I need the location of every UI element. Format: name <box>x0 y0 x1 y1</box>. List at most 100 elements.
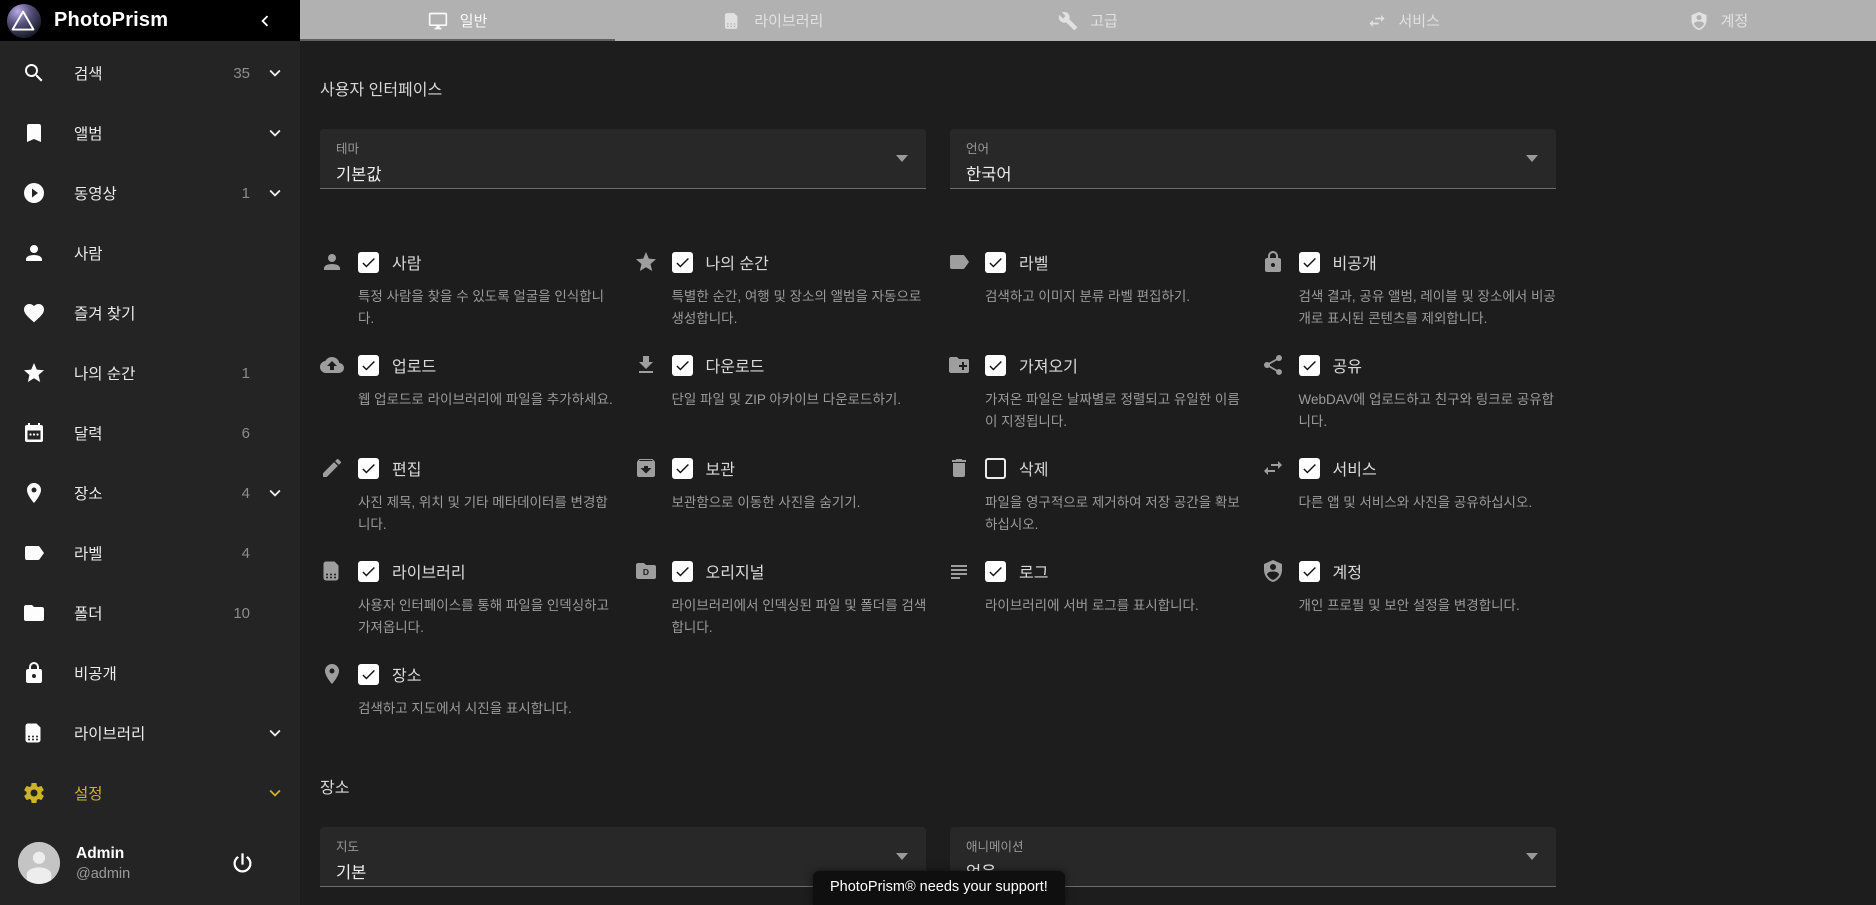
magnify-icon <box>22 61 46 85</box>
sidebar-item-search[interactable]: 검색 35 <box>0 43 300 103</box>
sidebar-item-library[interactable]: 라이브러리 <box>0 703 300 763</box>
feature-head: 공유 <box>1261 352 1557 378</box>
chevron-down-icon[interactable] <box>264 182 286 204</box>
sidebar-item-count: 35 <box>233 64 250 82</box>
upload-checkbox[interactable] <box>358 354 379 376</box>
feature-label: 공유 <box>1332 359 1362 376</box>
tab-services[interactable]: 서비스 <box>1246 0 1561 41</box>
feature-label: 삭제 <box>1019 462 1049 479</box>
places-checkbox[interactable] <box>358 663 379 685</box>
settings-tabbar: 일반 라이브러리 고급 서비스 계정 <box>300 0 1876 41</box>
sidebar-collapse-icon[interactable] <box>254 10 276 32</box>
delete-checkbox[interactable] <box>985 457 1006 479</box>
sidebar-item-label: 달력 <box>74 426 103 443</box>
sidebar-item-moments[interactable]: 나의 순간 1 <box>0 343 300 403</box>
tab-general[interactable]: 일반 <box>300 0 615 41</box>
labels-checkbox[interactable] <box>985 251 1006 273</box>
download-checkbox[interactable] <box>671 354 693 376</box>
lock-icon <box>1261 250 1285 274</box>
sidebar-item-folders[interactable]: 폴더 10 <box>0 583 300 643</box>
sidebar-item-labels[interactable]: 라벨 4 <box>0 523 300 583</box>
logs-checkbox[interactable] <box>985 560 1006 582</box>
share-checkbox[interactable] <box>1298 354 1320 376</box>
sidebar-item-label: 비공개 <box>74 666 117 683</box>
logout-power-icon[interactable] <box>229 850 256 877</box>
folder-plus-icon <box>947 353 971 377</box>
feature-archive: 보관 보관함으로 이동한 사진을 숨기기. <box>634 455 930 558</box>
feature-places: 장소 검색하고 지도에서 시진을 표시합니다. <box>320 661 616 764</box>
chevron-down-icon[interactable] <box>264 482 286 504</box>
photoprism-logo-icon[interactable] <box>6 3 42 39</box>
user-row: Admin @admin <box>0 821 300 905</box>
language-select[interactable]: 언어한국어 <box>950 129 1556 189</box>
feature-head: 계정 <box>1261 558 1557 584</box>
chevron-down-icon[interactable] <box>264 782 286 804</box>
archive-checkbox[interactable] <box>671 457 693 479</box>
feature-description: 단일 파일 및 ZIP 아카이브 다운로드하기. <box>671 392 902 407</box>
feature-originals: D 오리지널 라이브러리에서 인덱싱된 파일 및 폴더를 검색합니다. <box>634 558 930 661</box>
monitor-icon <box>428 11 448 31</box>
svg-text:D: D <box>642 567 648 577</box>
feature-label: 로그 <box>1019 565 1049 582</box>
feature-description: 특별한 순간, 여행 및 장소의 앨범을 자동으로 생성합니다. <box>671 289 922 326</box>
map-marker-icon <box>22 481 46 505</box>
feature-description: 검색하고 지도에서 시진을 표시합니다. <box>358 701 572 716</box>
theme-select[interactable]: 테마 기본값 <box>320 129 926 189</box>
feature-description: 보관함으로 이동한 사진을 숨기기. <box>671 495 861 510</box>
sidebar-item-calendar[interactable]: 달력 6 <box>0 403 300 463</box>
feature-description: 사진 제목, 위치 및 기타 메타데이터를 변경합니다. <box>358 495 608 532</box>
select-label: 언어 <box>966 142 990 156</box>
feature-moments: 나의 순간특별한 순간, 여행 및 장소의 앨범을 자동으로 생성합니다. <box>634 249 930 352</box>
sidebar-item-label: 라벨 <box>74 546 103 563</box>
section-user-interface: 사용자 인터페이스 테마 기본값 언어 한국어 사람 특정 사람을 찾을 수 있도록 얼… <box>320 80 1556 764</box>
map-marker-icon <box>320 662 344 686</box>
feature-labels: 라벨 검색하고 이미지 분류 라벨 편집하기. <box>947 249 1243 352</box>
sidebar-item-label: 즐겨 찾기 <box>74 306 136 323</box>
account-icon <box>22 241 46 265</box>
chevron-down-icon[interactable] <box>264 722 286 744</box>
sidebar-nav: 검색 35 앨범 동영상 1 사람 즐겨 찾기 나의 순간 1 달력 6 장소 4 라벨 4 폴더 10 비공개 라… <box>0 41 300 823</box>
moments-checkbox[interactable] <box>671 251 693 273</box>
select-label: 테마 <box>336 142 360 156</box>
tab-advanced[interactable]: 고급 <box>930 0 1245 41</box>
feature-head: 가져오기 <box>947 352 1243 378</box>
library-checkbox[interactable] <box>358 560 379 582</box>
tab-library[interactable]: 라이브러리 <box>615 0 930 41</box>
film-icon <box>722 11 742 31</box>
feature-head: 라벨 <box>947 249 1243 275</box>
sidebar-item-label: 동영상 <box>74 186 117 203</box>
feature-library: 라이브러리 사용자 인터페이스를 통해 파일을 인덱싱하고 가져옵니다. <box>320 558 616 661</box>
sidebar-item-videos[interactable]: 동영상 1 <box>0 163 300 223</box>
calendar-icon <box>22 421 46 445</box>
support-toast[interactable]: PhotoPrism® needs your support! <box>813 871 1065 905</box>
sidebar-item-favorites[interactable]: 즐겨 찾기 <box>0 283 300 343</box>
sidebar-item-people[interactable]: 사람 <box>0 223 300 283</box>
sidebar-item-private[interactable]: 비공개 <box>0 643 300 703</box>
main-area: 일반 라이브러리 고급 서비스 계정 사용자 인터페이스 테마 기본값 언어 한국어 사람 특정… <box>300 0 1876 887</box>
dropdown-caret-icon <box>1526 853 1538 860</box>
sidebar-item-count: 4 <box>241 544 250 562</box>
feature-label: 편집 <box>392 462 422 479</box>
account-checkbox[interactable] <box>1298 560 1320 582</box>
tab-account[interactable]: 계정 <box>1561 0 1876 41</box>
feature-label: 오리지널 <box>705 565 765 582</box>
services-checkbox[interactable] <box>1298 457 1320 479</box>
avatar[interactable] <box>18 842 60 884</box>
select-value: 한국어 <box>966 166 1012 184</box>
sidebar-item-count: 1 <box>241 364 250 382</box>
feature-label: 나의 순간 <box>705 256 769 273</box>
feature-upload: 업로드 웹 업로드로 라이브러리에 파일을 추가하세요. <box>320 352 616 455</box>
feature-description: WebDAV에 업로드하고 친구와 링크로 공유합니다. <box>1298 392 1555 429</box>
label-icon <box>22 541 46 565</box>
sidebar-item-places[interactable]: 장소 4 <box>0 463 300 523</box>
originals-checkbox[interactable] <box>671 560 693 582</box>
private-checkbox[interactable] <box>1298 251 1320 273</box>
sidebar-item-albums[interactable]: 앨범 <box>0 103 300 163</box>
cloud-upload-icon <box>320 353 344 377</box>
import-checkbox[interactable] <box>985 354 1006 376</box>
chevron-down-icon[interactable] <box>264 122 286 144</box>
chevron-down-icon[interactable] <box>264 62 286 84</box>
people-checkbox[interactable] <box>358 251 379 273</box>
sidebar-item-settings[interactable]: 설정 <box>0 763 300 823</box>
edit-checkbox[interactable] <box>358 457 379 479</box>
